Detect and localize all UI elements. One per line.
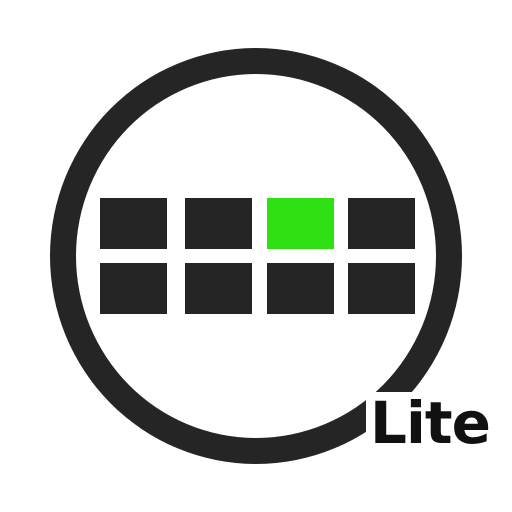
grid-cell bbox=[100, 263, 167, 314]
grid-cell bbox=[267, 263, 334, 314]
app-icon: Lite bbox=[0, 0, 512, 512]
grid-cell bbox=[185, 263, 252, 314]
grid-cell bbox=[185, 198, 252, 249]
grid-cell bbox=[348, 198, 415, 249]
grid-cell bbox=[348, 263, 415, 314]
grid-cell bbox=[100, 198, 167, 249]
lite-badge: Lite bbox=[370, 389, 491, 457]
grid-cell-active bbox=[267, 198, 334, 249]
